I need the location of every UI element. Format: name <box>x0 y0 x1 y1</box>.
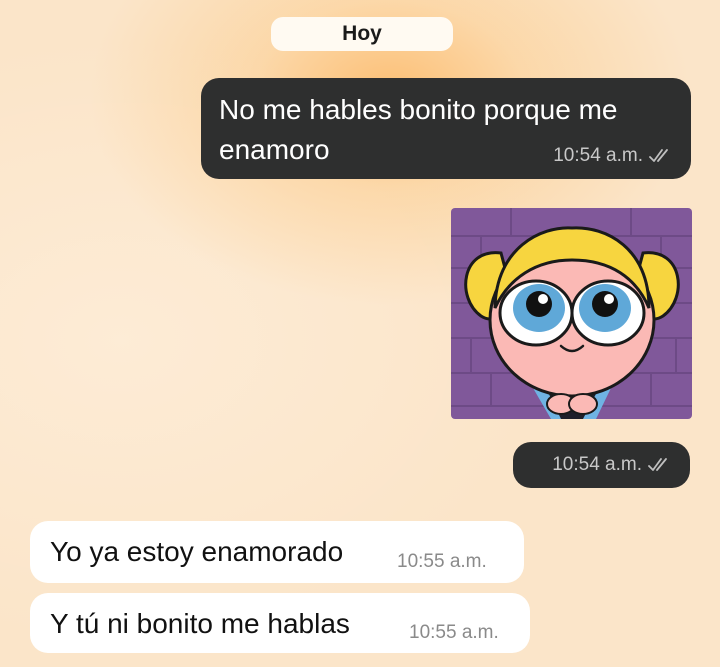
date-separator-label: Hoy <box>342 22 382 45</box>
cartoon-image <box>451 208 692 419</box>
message-time: 10:55 a.m. <box>409 622 499 643</box>
message-text: Yo ya estoy enamorado <box>50 536 344 567</box>
incoming-message[interactable]: Y tú ni bonito me hablas 10:55 a.m. <box>30 593 530 653</box>
double-check-icon <box>648 458 667 471</box>
outgoing-message[interactable]: No me hables bonito porque me enamoro 10… <box>201 78 691 179</box>
message-text: Y tú ni bonito me hablas <box>50 608 350 639</box>
message-time: 10:54 a.m. <box>552 454 642 475</box>
image-message[interactable] <box>451 208 692 419</box>
message-meta: 10:55 a.m. <box>409 622 499 644</box>
date-separator: Hoy <box>271 17 453 51</box>
message-time: 10:55 a.m. <box>397 551 487 572</box>
message-meta: 10:54 a.m. <box>553 145 675 167</box>
message-meta: 10:55 a.m. <box>397 551 487 573</box>
double-check-icon <box>649 149 668 162</box>
incoming-message[interactable]: Yo ya estoy enamorado 10:55 a.m. <box>30 521 524 583</box>
message-meta: 10:54 a.m. <box>552 454 674 476</box>
message-time: 10:54 a.m. <box>553 145 643 166</box>
image-message-timestamp: 10:54 a.m. <box>513 442 690 488</box>
